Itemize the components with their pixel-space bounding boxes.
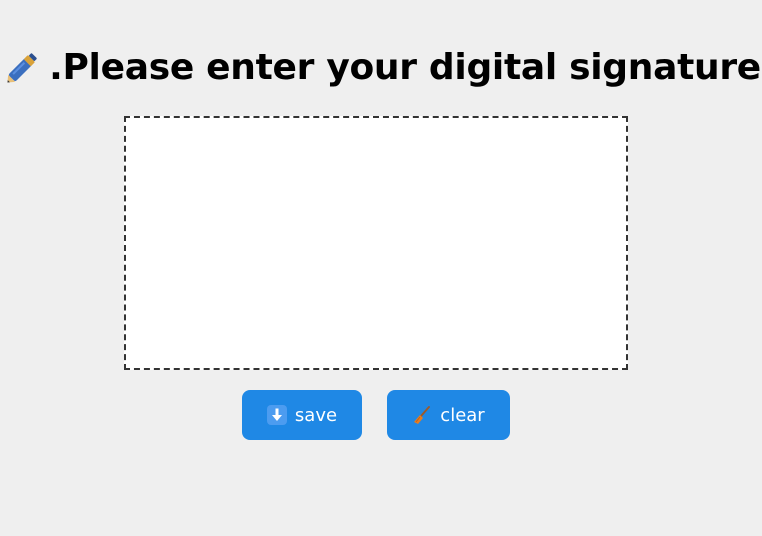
pen-icon	[1, 45, 45, 89]
signature-page: .Please enter your digital signature sav…	[0, 0, 762, 536]
clear-button[interactable]: clear	[387, 390, 510, 440]
signature-canvas[interactable]	[124, 116, 628, 370]
download-arrow-icon	[266, 405, 287, 425]
title-text: .Please enter your digital signature	[49, 46, 761, 88]
page-title: .Please enter your digital signature	[0, 42, 762, 92]
clear-label: clear	[440, 404, 485, 426]
broom-icon	[412, 405, 432, 425]
save-label: save	[294, 404, 338, 426]
save-button[interactable]: save	[242, 390, 362, 440]
